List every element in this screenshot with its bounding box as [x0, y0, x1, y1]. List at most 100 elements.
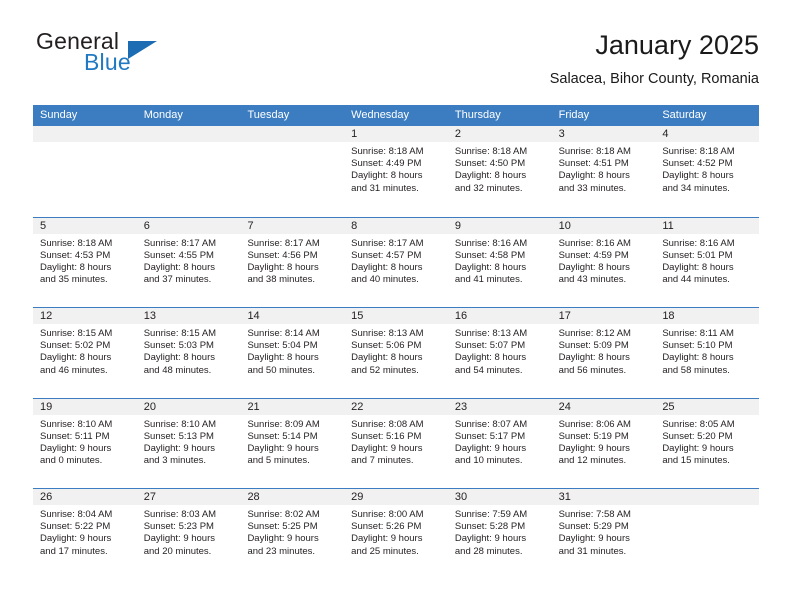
calendar-day-cell[interactable]: 31 Sunrise: 7:58 AM Sunset: 5:29 PM Dayligh…: [551, 489, 656, 579]
logo-word-blue: Blue: [84, 49, 131, 75]
sunrise-text: Sunrise: 8:15 AM: [40, 328, 113, 339]
calendar-weeks: 1 Sunrise: 8:18 AM Sunset: 4:49 PM Daylight…: [33, 126, 760, 579]
sunset-text: Sunset: 5:25 PM: [247, 521, 318, 533]
sunset-text: Sunset: 5:11 PM: [40, 430, 110, 442]
calendar-day-cell[interactable]: 23 Sunrise: 8:07 AM Sunset: 5:17 PM Dayligh…: [447, 398, 552, 489]
calendar-day-cell[interactable]: 25 Sunrise: 8:05 AM Sunset: 5:20 PM Dayligh…: [655, 398, 760, 489]
day-details: Sunrise: 8:10 AM Sunset: 5:11 PM Daylight:…: [33, 415, 137, 468]
calendar-day-cell[interactable]: 27 Sunrise: 8:03 AM Sunset: 5:23 PM Dayligh…: [136, 489, 241, 579]
calendar-day-cell[interactable]: 4 Sunrise: 8:18 AM Sunset: 4:52 PM Daylight…: [655, 126, 760, 217]
calendar-day-cell[interactable]: 15 Sunrise: 8:13 AM Sunset: 5:06 PM Dayligh…: [344, 308, 448, 398]
sunrise-text: Sunrise: 8:07 AM: [454, 418, 528, 430]
calendar-day-cell[interactable]: 11 Sunrise: 8:16 AM Sunset: 5:01 PM Dayligh…: [655, 217, 760, 308]
daylight-text-line2: and 28 minutes.: [454, 545, 523, 557]
calendar-day-cell-empty: [136, 126, 241, 217]
day-details: Sunrise: 8:00 AM Sunset: 5:26 PM Daylight:…: [344, 505, 448, 558]
calendar-day-cell[interactable]: 20 Sunrise: 8:10 AM Sunset: 5:13 PM Dayligh…: [136, 398, 241, 489]
sunrise-text: Sunrise: 8:05 AM: [662, 418, 735, 430]
sunset-text: Sunset: 4:53 PM: [40, 249, 111, 261]
day-details: Sunrise: 8:17 AM Sunset: 4:56 PM Daylight:…: [240, 234, 344, 287]
calendar-day-cell[interactable]: 26 Sunrise: 8:04 AM Sunset: 5:22 PM Dayligh…: [33, 489, 137, 579]
calendar-day-cell[interactable]: 28 Sunrise: 8:02 AM Sunset: 5:25 PM Dayligh…: [240, 489, 345, 579]
sunset-text: Sunset: 5:06 PM: [351, 340, 422, 352]
calendar-day-cell[interactable]: 6 Sunrise: 8:17 AM Sunset: 4:55 PM Daylight…: [136, 217, 241, 308]
calendar-day-cell[interactable]: 1 Sunrise: 8:18 AM Sunset: 4:49 PM Daylight…: [344, 126, 448, 217]
calendar-day-cell[interactable]: 30 Sunrise: 7:59 AM Sunset: 5:28 PM Dayligh…: [447, 489, 552, 579]
daylight-text-line1: Daylight: 8 hours: [454, 170, 527, 182]
day-details: Sunrise: 8:12 AM Sunset: 5:09 PM Daylight:…: [552, 324, 656, 377]
day-number: 21: [240, 398, 345, 415]
sunrise-text: Sunrise: 8:17 AM: [143, 237, 217, 249]
day-details: Sunrise: 8:16 AM Sunset: 5:01 PM Daylight:…: [655, 234, 759, 287]
calendar-day-cell[interactable]: 29 Sunrise: 8:00 AM Sunset: 5:26 PM Dayligh…: [344, 489, 448, 579]
calendar-day-cell-empty: [33, 126, 137, 217]
day-number: [33, 126, 137, 142]
daylight-text-line2: and 52 minutes.: [351, 364, 419, 376]
daylight-text-line1: Daylight: 8 hours: [662, 170, 734, 182]
sunset-text: Sunset: 4:58 PM: [454, 249, 526, 261]
calendar-day-cell[interactable]: 14 Sunrise: 8:14 AM Sunset: 5:04 PM Dayligh…: [240, 308, 345, 398]
calendar-day-cell[interactable]: 10 Sunrise: 8:16 AM Sunset: 4:59 PM Dayligh…: [551, 217, 656, 308]
sunset-text: Sunset: 5:23 PM: [143, 521, 214, 533]
daylight-text-line1: Daylight: 8 hours: [454, 261, 527, 273]
day-number: 10: [551, 217, 656, 234]
day-number: [240, 126, 345, 142]
calendar-day-cell[interactable]: 22 Sunrise: 8:08 AM Sunset: 5:16 PM Dayligh…: [344, 398, 448, 489]
daylight-text-line2: and 40 minutes.: [351, 274, 419, 286]
day-details: Sunrise: 8:08 AM Sunset: 5:16 PM Daylight:…: [344, 415, 448, 468]
day-details: Sunrise: 8:15 AM Sunset: 5:02 PM Daylight:…: [33, 324, 137, 377]
sunset-text: Sunset: 5:03 PM: [143, 340, 214, 352]
calendar-day-cell[interactable]: 9 Sunrise: 8:16 AM Sunset: 4:58 PM Daylight…: [447, 217, 552, 308]
day-details: Sunrise: 8:06 AM Sunset: 5:19 PM Daylight:…: [552, 415, 656, 468]
calendar-day-cell[interactable]: 19 Sunrise: 8:10 AM Sunset: 5:11 PM Dayligh…: [33, 398, 137, 489]
daylight-text-line2: and 17 minutes.: [40, 545, 108, 557]
daylight-text-line2: and 41 minutes.: [454, 274, 523, 286]
calendar-day-cell[interactable]: 16 Sunrise: 8:13 AM Sunset: 5:07 PM Dayligh…: [447, 308, 552, 398]
daylight-text-line1: Daylight: 9 hours: [247, 442, 319, 454]
sunrise-text: Sunrise: 8:06 AM: [558, 418, 631, 430]
weekday-header-friday: Friday: [558, 109, 590, 121]
day-number: 13: [136, 308, 241, 324]
calendar-day-cell[interactable]: 12 Sunrise: 8:15 AM Sunset: 5:02 PM Dayligh…: [33, 308, 137, 398]
day-details: Sunrise: 8:05 AM Sunset: 5:20 PM Daylight:…: [655, 415, 759, 468]
day-details: Sunrise: 8:16 AM Sunset: 4:58 PM Daylight:…: [448, 234, 552, 287]
day-details: Sunrise: 8:10 AM Sunset: 5:13 PM Daylight:…: [137, 415, 241, 468]
sunset-text: Sunset: 5:17 PM: [454, 430, 526, 442]
day-details: Sunrise: 8:09 AM Sunset: 5:14 PM Daylight:…: [240, 415, 344, 468]
calendar-day-cell[interactable]: 7 Sunrise: 8:17 AM Sunset: 4:56 PM Daylight…: [240, 217, 345, 308]
day-number: 31: [551, 489, 656, 505]
calendar-day-cell[interactable]: 2 Sunrise: 8:18 AM Sunset: 4:50 PM Daylight…: [447, 126, 552, 217]
calendar-day-cell[interactable]: 8 Sunrise: 8:17 AM Sunset: 4:57 PM Daylight…: [344, 217, 448, 308]
calendar-day-cell[interactable]: 21 Sunrise: 8:09 AM Sunset: 5:14 PM Dayligh…: [240, 398, 345, 489]
day-number: [136, 126, 241, 142]
sunset-text: Sunset: 5:20 PM: [662, 430, 733, 442]
sunset-text: Sunset: 5:07 PM: [454, 340, 526, 352]
sunrise-text: Sunrise: 8:18 AM: [40, 237, 113, 249]
calendar-day-cell[interactable]: 5 Sunrise: 8:18 AM Sunset: 4:53 PM Daylight…: [33, 217, 137, 308]
day-number: 23: [447, 398, 552, 415]
sunrise-text: Sunrise: 8:18 AM: [454, 146, 528, 157]
sunrise-text: Sunrise: 8:10 AM: [143, 418, 217, 430]
day-details: Sunrise: 8:14 AM Sunset: 5:04 PM Daylight:…: [240, 324, 344, 377]
calendar-day-cell[interactable]: 18 Sunrise: 8:11 AM Sunset: 5:10 PM Dayligh…: [655, 308, 760, 398]
day-number: 12: [33, 308, 137, 324]
calendar-day-cell[interactable]: 24 Sunrise: 8:06 AM Sunset: 5:19 PM Dayligh…: [551, 398, 656, 489]
calendar-day-cell[interactable]: 13 Sunrise: 8:15 AM Sunset: 5:03 PM Dayligh…: [136, 308, 241, 398]
day-number: [655, 489, 760, 505]
daylight-text-line1: Daylight: 8 hours: [247, 261, 319, 273]
sunset-text: Sunset: 5:28 PM: [454, 521, 526, 533]
weekday-header-wednesday: Wednesday: [351, 109, 410, 121]
day-details: Sunrise: 7:59 AM Sunset: 5:28 PM Daylight:…: [448, 505, 552, 558]
sunset-text: Sunset: 5:14 PM: [247, 430, 318, 442]
sunrise-text: Sunrise: 8:17 AM: [351, 237, 424, 249]
day-number: 25: [655, 398, 760, 415]
daylight-text-line1: Daylight: 8 hours: [143, 352, 216, 364]
day-number: 3: [551, 126, 656, 142]
daylight-text-line2: and 44 minutes.: [662, 274, 730, 286]
daylight-text-line2: and 12 minutes.: [558, 455, 627, 467]
daylight-text-line2: and 48 minutes.: [143, 364, 212, 376]
calendar-day-cell[interactable]: 3 Sunrise: 8:18 AM Sunset: 4:51 PM Daylight…: [551, 126, 656, 217]
calendar-day-cell[interactable]: 17 Sunrise: 8:12 AM Sunset: 5:09 PM Dayligh…: [551, 308, 656, 398]
sunset-text: Sunset: 5:13 PM: [143, 430, 214, 442]
daylight-text-line1: Daylight: 9 hours: [143, 442, 216, 454]
